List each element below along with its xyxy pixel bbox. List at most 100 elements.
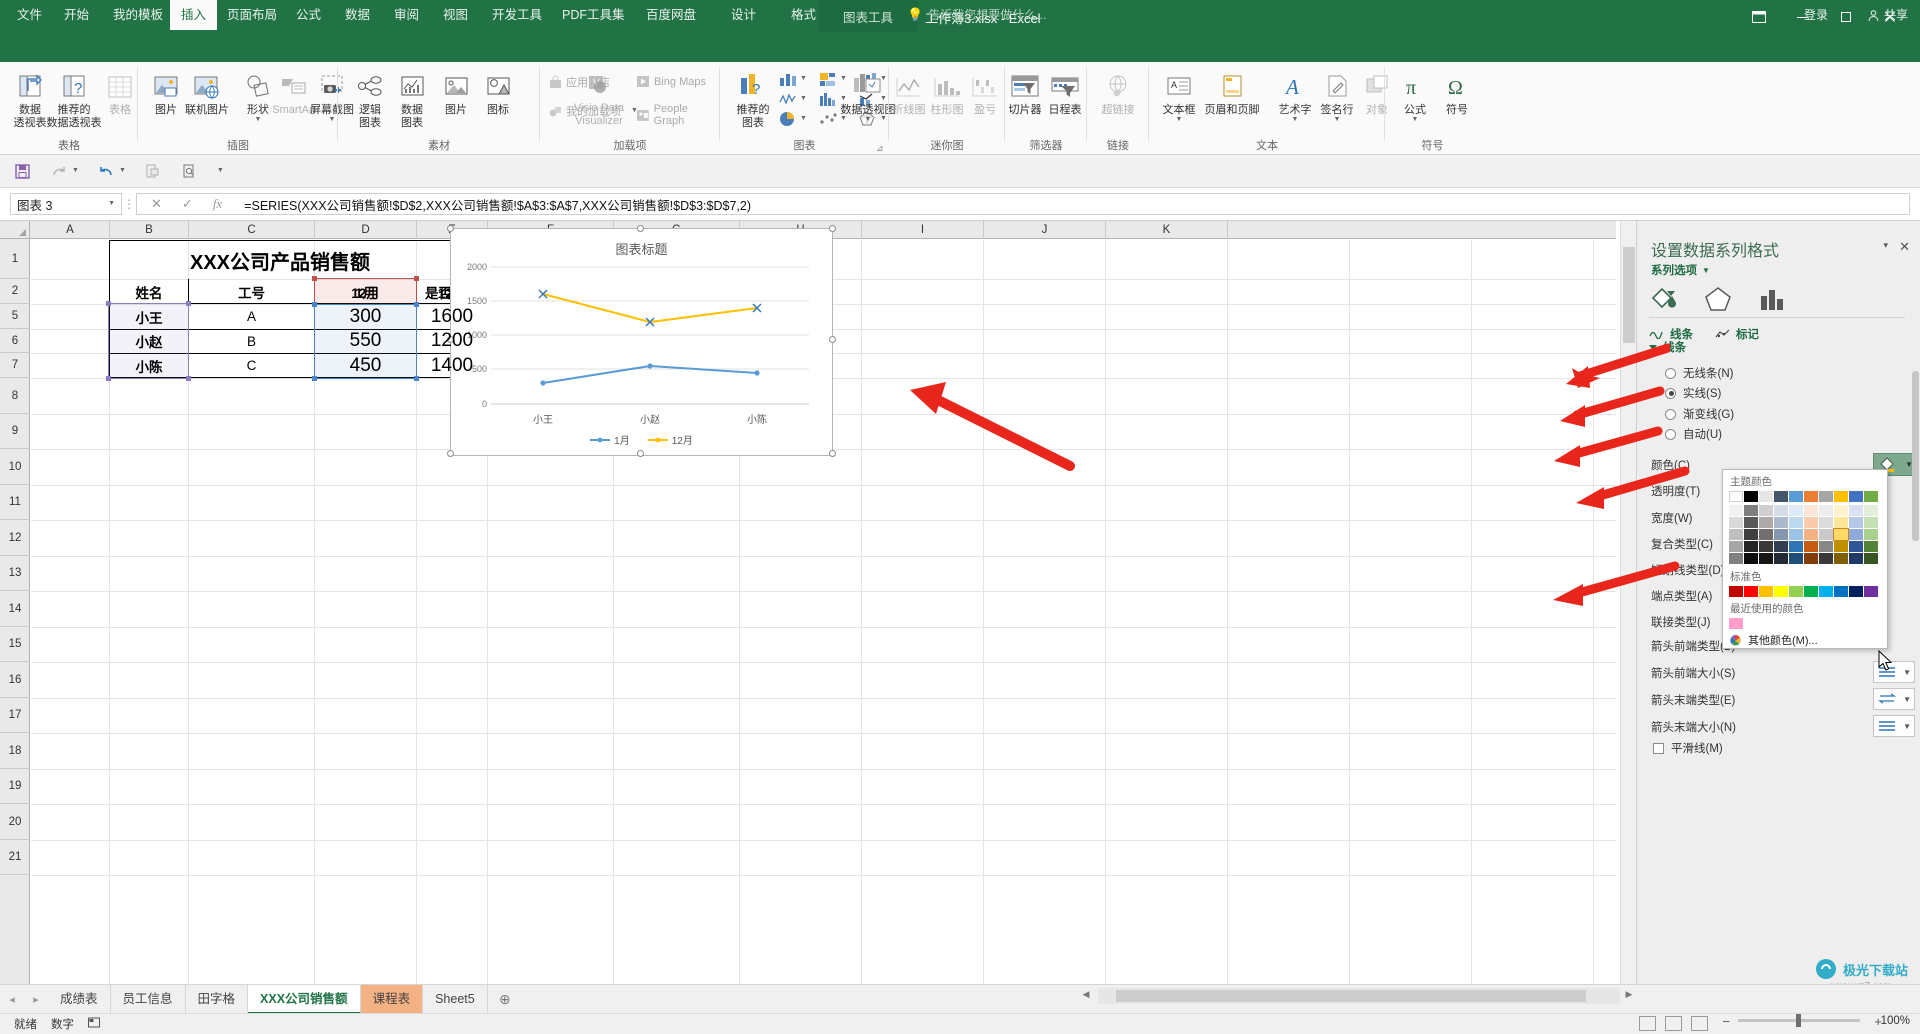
row-header-2[interactable]: 2: [0, 279, 30, 304]
swatch[interactable]: [1864, 505, 1878, 516]
swatch[interactable]: [1729, 517, 1743, 528]
tab-my-templates[interactable]: 我的模板: [102, 0, 174, 30]
chart-type-column[interactable]: ▼: [778, 70, 814, 88]
chevron-down-icon[interactable]: ▼: [800, 115, 807, 122]
ribbon-material-icons[interactable]: 图标: [470, 68, 526, 117]
swatch[interactable]: [1774, 586, 1788, 597]
tab-page-layout[interactable]: 页面布局: [216, 0, 288, 30]
row-header-18[interactable]: 18: [0, 733, 30, 769]
ribbon-symbol[interactable]: Ω 符号: [1429, 68, 1485, 117]
swatch[interactable]: [1744, 491, 1758, 502]
chart-object[interactable]: 图表标题 2000 1500 1000 500 0 小王 小赵 小陈 1月 12…: [450, 228, 833, 456]
row-header-20[interactable]: 20: [0, 804, 30, 840]
sheet-tab-kechengbiao[interactable]: 课程表: [360, 984, 424, 1014]
swatch[interactable]: [1864, 553, 1878, 564]
swatch[interactable]: [1729, 586, 1743, 597]
swatch[interactable]: [1774, 529, 1788, 540]
swatch[interactable]: [1789, 529, 1803, 540]
panel-subtitle[interactable]: 系列选项 ▼: [1651, 262, 1710, 278]
tab-baidu-netdisk[interactable]: 百度网盘: [635, 0, 707, 30]
row-header-19[interactable]: 19: [0, 769, 30, 804]
swatch[interactable]: [1759, 491, 1773, 502]
row-header-11[interactable]: 11: [0, 485, 30, 520]
tab-view[interactable]: 视图: [432, 0, 479, 30]
swatch[interactable]: [1864, 541, 1878, 552]
swatch[interactable]: [1804, 517, 1818, 528]
print-preview-icon[interactable]: [180, 161, 200, 181]
chevron-down-icon[interactable]: ▼: [108, 200, 115, 207]
end-arrow-size-dropdown[interactable]: ▼: [1873, 715, 1915, 737]
swatch[interactable]: [1759, 517, 1773, 528]
cell-jan-2[interactable]: 550: [315, 329, 416, 353]
chevron-down-icon[interactable]: ▼: [255, 116, 262, 123]
formula-input[interactable]: =SERIES(XXX公司销售额!$D$2,XXX公司销售额!$A$3:$A$7…: [236, 193, 1910, 215]
tab-insert[interactable]: 插入: [170, 0, 218, 30]
swatch[interactable]: [1729, 541, 1743, 552]
zoom-out-button[interactable]: −: [1722, 1014, 1730, 1029]
ribbon-hyperlink[interactable]: 超链接: [1090, 68, 1146, 117]
swatch[interactable]: [1804, 586, 1818, 597]
chevron-down-icon[interactable]: ▼: [865, 116, 872, 123]
confirm-formula-button[interactable]: ✓: [182, 196, 193, 212]
header-cell-id[interactable]: 工号: [189, 279, 314, 304]
tab-chart-design[interactable]: 设计: [720, 0, 767, 30]
add-sheet-button[interactable]: ⊕: [488, 991, 522, 1008]
chevron-down-icon[interactable]: ▼: [1903, 722, 1911, 731]
name-box[interactable]: 图表 3 ▼: [10, 193, 122, 215]
swatch[interactable]: [1774, 517, 1788, 528]
panel-scrollbar[interactable]: [1912, 371, 1919, 541]
chevron-down-icon[interactable]: ▼: [1176, 116, 1183, 123]
swatch[interactable]: [1834, 541, 1848, 552]
swatch[interactable]: [1744, 541, 1758, 552]
sheet-nav-next-icon[interactable]: ▸: [24, 993, 48, 1006]
row-header-13[interactable]: 13: [0, 556, 30, 591]
swatch[interactable]: [1759, 586, 1773, 597]
chevron-down-icon[interactable]: ▼: [800, 75, 807, 82]
swatch[interactable]: [1774, 505, 1788, 516]
tell-me-box[interactable]: 💡 告诉我您想要做什么...: [907, 0, 1046, 30]
tab-data[interactable]: 数据: [334, 0, 381, 30]
ribbon-recommended-charts[interactable]: ? 推荐的 图表: [725, 68, 781, 129]
swatch[interactable]: [1849, 541, 1863, 552]
column-header-B[interactable]: B: [110, 221, 189, 239]
header-cell-dec-label[interactable]: 12月: [315, 279, 416, 304]
swatch[interactable]: [1819, 505, 1833, 516]
chart-resize-handle[interactable]: [447, 225, 454, 232]
legend-item-jan[interactable]: 1月: [590, 432, 630, 447]
swatch[interactable]: [1774, 491, 1788, 502]
redo-icon[interactable]: [49, 161, 69, 181]
quick-print-icon[interactable]: [143, 161, 163, 181]
radio-icon[interactable]: [1665, 408, 1676, 420]
cell-id-3[interactable]: C: [189, 353, 314, 378]
swatch[interactable]: [1744, 553, 1758, 564]
cell-jan-3[interactable]: 450: [315, 353, 416, 378]
tab-developer[interactable]: 开发工具: [481, 0, 553, 30]
chart-resize-handle[interactable]: [447, 450, 454, 457]
chart-resize-handle[interactable]: [829, 450, 836, 457]
chart-resize-handle[interactable]: [829, 225, 836, 232]
swatch[interactable]: [1849, 553, 1863, 564]
ribbon-display-options-icon[interactable]: [1746, 5, 1772, 29]
cell-id-1[interactable]: A: [189, 304, 314, 329]
redo-dropdown-icon[interactable]: ▼: [72, 167, 79, 174]
swatch[interactable]: [1804, 491, 1818, 502]
swatch[interactable]: [1789, 541, 1803, 552]
column-header-D[interactable]: D: [315, 221, 417, 239]
chevron-down-icon[interactable]: ▼: [329, 116, 336, 123]
swatch[interactable]: [1804, 529, 1818, 540]
ribbon-sparkline-winloss[interactable]: 盈亏: [965, 68, 1005, 117]
row-header-5[interactable]: 5: [0, 304, 30, 329]
hscroll-right-arrow-icon[interactable]: ▶: [1622, 989, 1636, 1000]
swatch[interactable]: [1819, 553, 1833, 564]
cell-dec-1[interactable]: 1600: [417, 304, 487, 329]
swatch[interactable]: [1834, 586, 1848, 597]
swatch[interactable]: [1789, 505, 1803, 516]
page-break-view-button[interactable]: [1691, 1016, 1708, 1031]
tab-home[interactable]: 开始: [53, 0, 100, 30]
tab-formulas[interactable]: 公式: [285, 0, 332, 30]
row-header-7[interactable]: 7: [0, 353, 30, 378]
swatch[interactable]: [1834, 517, 1848, 528]
swatch[interactable]: [1819, 586, 1833, 597]
chart-resize-handle[interactable]: [637, 450, 644, 457]
swatch[interactable]: [1744, 586, 1758, 597]
